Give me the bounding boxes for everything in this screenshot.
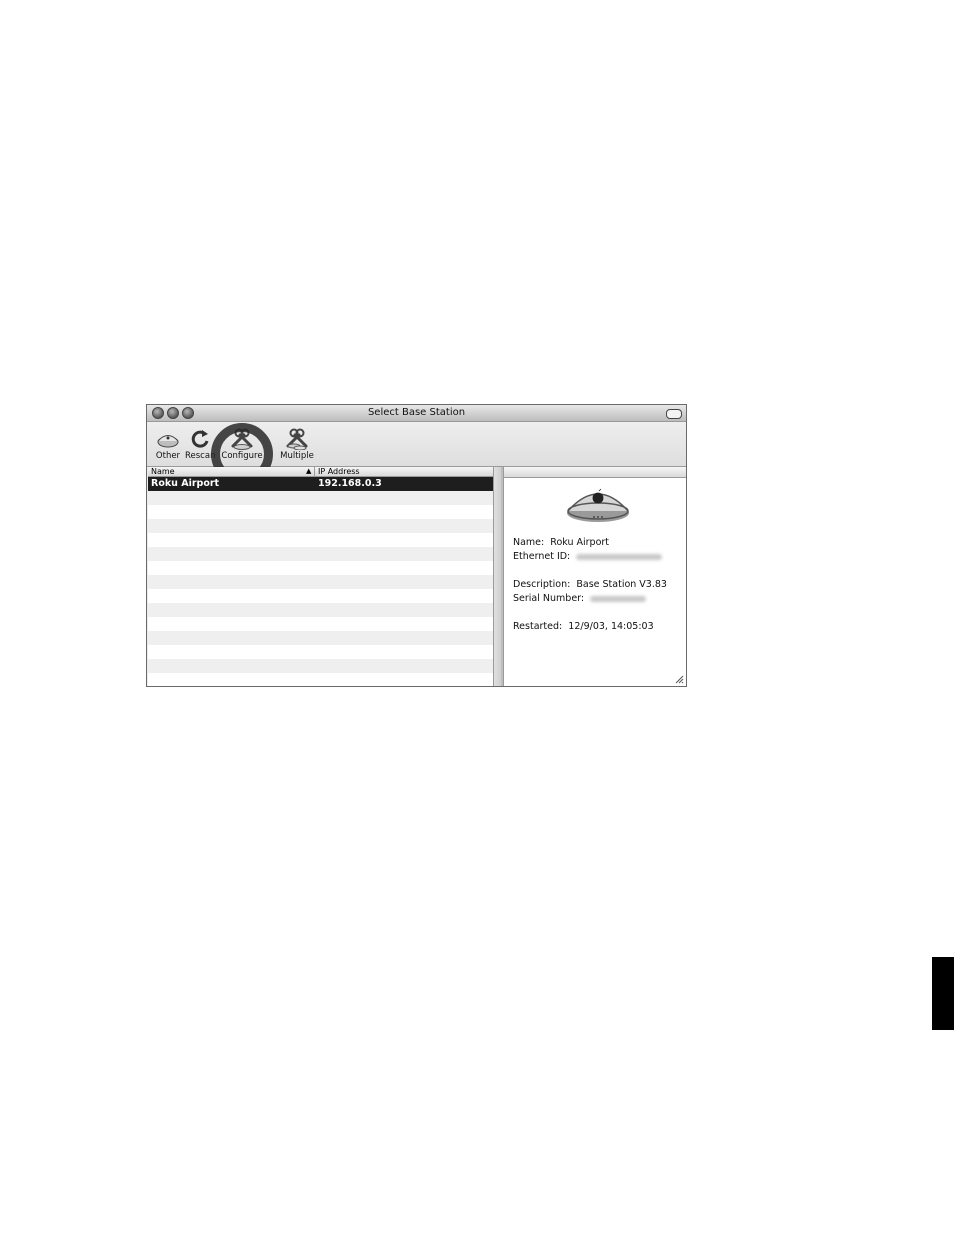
empty-row	[148, 505, 493, 519]
base-station-icon	[157, 435, 179, 448]
serial-number-redacted	[590, 595, 647, 602]
empty-row	[148, 547, 493, 561]
empty-row	[148, 603, 493, 617]
empty-row	[148, 645, 493, 659]
info-description-value: Base Station V3.83	[576, 579, 667, 590]
empty-row	[148, 533, 493, 547]
rescan-button[interactable]: Rescan	[185, 428, 215, 461]
resize-grip-icon[interactable]	[675, 675, 684, 684]
info-name-value: Roku Airport	[550, 537, 610, 548]
empty-row	[148, 491, 493, 505]
info-description: Description: Base Station V3.83	[513, 579, 667, 590]
rescan-label: Rescan	[185, 451, 216, 461]
rescan-icon	[191, 430, 209, 448]
toolbar-toggle-button[interactable]	[666, 409, 682, 419]
column-header-ip-address[interactable]: IP Address	[318, 467, 360, 476]
base-station-list: Name ▲ IP Address Roku Airport 192.168.0…	[148, 467, 493, 686]
window-title: Select Base Station	[367, 407, 466, 418]
configure-button[interactable]: Configure	[221, 428, 263, 461]
toolbar: Other Rescan Configure Multiple	[147, 422, 686, 485]
title-bar[interactable]: Select Base Station	[147, 405, 686, 422]
select-base-station-window: Select Base Station Other Rescan Configu…	[146, 404, 687, 687]
multiple-label: Multiple	[280, 451, 314, 461]
ethernet-id-redacted	[576, 553, 663, 560]
info-header	[504, 467, 686, 478]
empty-row	[148, 631, 493, 645]
empty-row	[148, 575, 493, 589]
list-scrollbar[interactable]	[493, 467, 501, 686]
info-serial-label: Serial Number:	[513, 593, 585, 604]
info-restarted: Restarted: 12/9/03, 14:05:03	[513, 621, 654, 632]
multiple-wrench-icon	[286, 428, 308, 450]
other-label: Other	[155, 451, 181, 461]
row-ip-address: 192.168.0.3	[318, 478, 382, 489]
sort-ascending-icon: ▲	[306, 467, 312, 475]
empty-row	[148, 659, 493, 673]
empty-row	[148, 561, 493, 575]
list-header: Name ▲ IP Address	[148, 467, 493, 477]
airport-base-station-icon	[567, 488, 629, 522]
empty-row	[148, 617, 493, 631]
page-edge-tab	[932, 957, 954, 1030]
info-description-label: Description:	[513, 579, 571, 590]
column-divider[interactable]	[314, 467, 315, 477]
row-name: Roku Airport	[151, 478, 220, 489]
empty-row	[148, 673, 493, 686]
configure-label: Configure	[221, 451, 263, 461]
base-station-info-pane: Name: Roku Airport Ethernet ID: Descript…	[503, 467, 686, 686]
other-button[interactable]: Other	[153, 428, 183, 461]
empty-row	[148, 519, 493, 533]
info-restarted-value: 12/9/03, 14:05:03	[568, 621, 654, 632]
list-row-roku-airport[interactable]: Roku Airport 192.168.0.3	[148, 477, 493, 491]
configure-wrench-icon	[231, 428, 253, 450]
info-serial-number: Serial Number:	[513, 593, 647, 604]
info-ethernet-label: Ethernet ID:	[513, 551, 571, 562]
info-restarted-label: Restarted:	[513, 621, 563, 632]
column-header-name[interactable]: Name	[151, 467, 175, 476]
list-rows: Roku Airport 192.168.0.3	[148, 477, 493, 686]
empty-row	[148, 589, 493, 603]
multiple-button[interactable]: Multiple	[277, 428, 317, 461]
info-name: Name: Roku Airport	[513, 537, 609, 548]
info-name-label: Name:	[513, 537, 545, 548]
info-ethernet-id: Ethernet ID:	[513, 551, 663, 562]
